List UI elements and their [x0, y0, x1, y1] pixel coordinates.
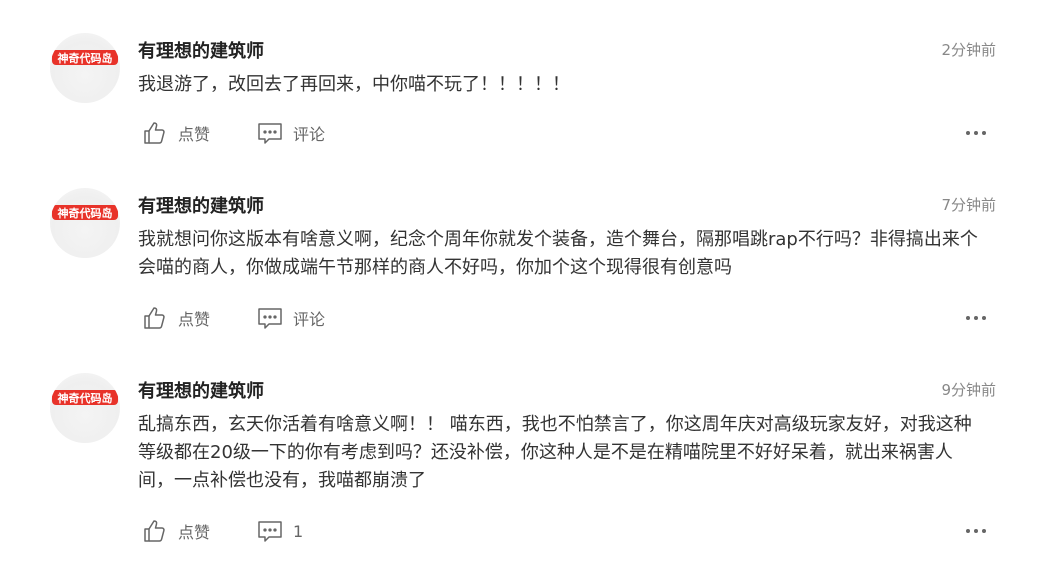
thumbs-up-icon — [144, 307, 165, 329]
comment-label: 评论 — [293, 310, 326, 329]
avatar-logo-text: 神奇代码岛 — [58, 391, 113, 405]
comment-button[interactable]: 评论 — [257, 305, 325, 331]
avatar-logo: 神奇代码岛 — [52, 205, 118, 220]
avatar[interactable]: 神奇代码岛 — [50, 373, 120, 443]
comment-author[interactable]: 有理想的建筑师 — [138, 192, 264, 218]
like-label: 点赞 — [178, 523, 211, 542]
comment-button[interactable]: 1 — [257, 518, 303, 544]
like-label: 点赞 — [178, 310, 211, 329]
more-dots-icon[interactable] — [964, 518, 988, 544]
more-dots-icon[interactable] — [964, 120, 988, 146]
more-dots-icon[interactable] — [964, 305, 988, 331]
comment-author[interactable]: 有理想的建筑师 — [138, 37, 264, 63]
comment-label: 评论 — [293, 125, 326, 144]
like-label: 点赞 — [178, 125, 211, 144]
comment-item: 神奇代码岛 有理想的建筑师 2分钟前 我退游了，改回去了再回来，中你喵不玩了！！… — [0, 33, 1060, 153]
comment-button[interactable]: 评论 — [257, 120, 325, 146]
comment-content: 我就想问你这版本有啥意义啊，纪念个周年你就发个装备，造个舞台，隔那唱跳rap不行… — [138, 229, 978, 278]
comment-actions: 点赞 评论 — [142, 305, 325, 331]
comment-time: 9分钟前 — [941, 381, 996, 399]
thumbs-up-icon — [144, 122, 165, 144]
like-button[interactable]: 点赞 — [142, 518, 257, 544]
comment-author[interactable]: 有理想的建筑师 — [138, 377, 264, 403]
thumbs-up-icon — [144, 520, 165, 542]
comment-content: 我退游了，改回去了再回来，中你喵不玩了！！！！！ — [138, 74, 570, 95]
comment-bubble-icon — [258, 308, 282, 329]
comment-content: 乱搞东西，玄天你活着有啥意义啊！！ 喵东西，我也不怕禁言了，你这周年庆对高级玩家… — [138, 414, 972, 491]
comment-time: 2分钟前 — [941, 41, 996, 59]
comment-actions: 点赞 评论 — [142, 120, 325, 146]
comment-actions: 点赞 1 — [142, 518, 303, 544]
like-button[interactable]: 点赞 — [142, 305, 257, 331]
avatar[interactable]: 神奇代码岛 — [50, 33, 120, 103]
comment-bubble-icon — [258, 521, 282, 542]
avatar-logo: 神奇代码岛 — [52, 50, 118, 65]
avatar[interactable]: 神奇代码岛 — [50, 188, 120, 258]
avatar-logo-text: 神奇代码岛 — [58, 51, 113, 65]
like-button[interactable]: 点赞 — [142, 120, 257, 146]
comment-time: 7分钟前 — [941, 196, 996, 214]
comment-count: 1 — [293, 521, 304, 541]
comment-item: 神奇代码岛 有理想的建筑师 7分钟前 我就想问你这版本有啥意义啊，纪念个周年你就… — [0, 188, 1060, 338]
comment-bubble-icon — [258, 123, 282, 144]
avatar-logo-text: 神奇代码岛 — [58, 206, 113, 220]
comment-item: 神奇代码岛 有理想的建筑师 9分钟前 乱搞东西，玄天你活着有啥意义啊！！ 喵东西… — [0, 373, 1060, 563]
avatar-logo: 神奇代码岛 — [52, 390, 118, 405]
